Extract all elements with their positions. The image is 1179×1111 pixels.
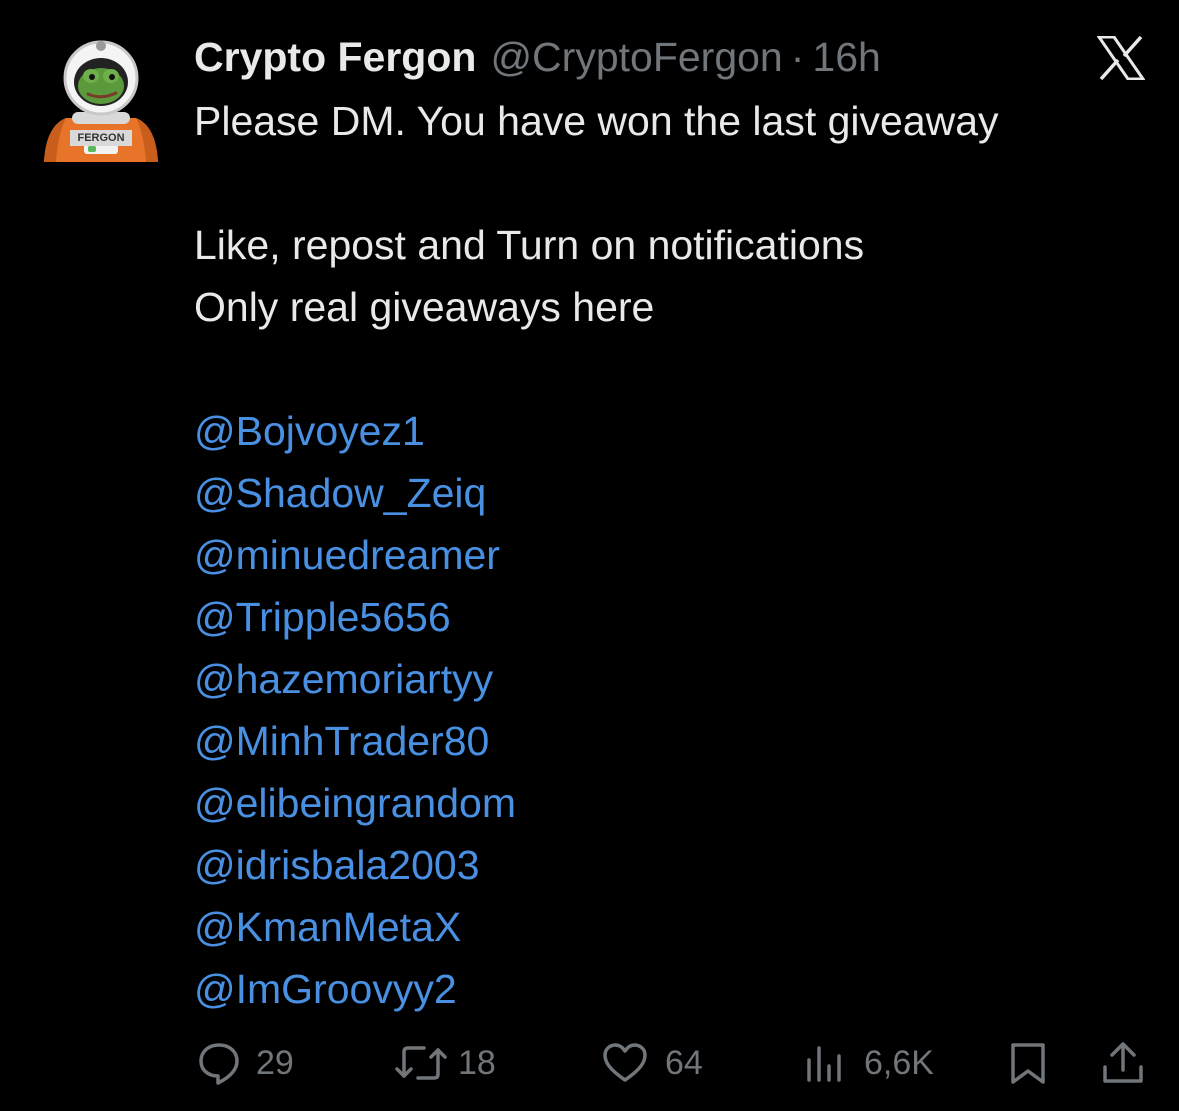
- tweet-line: Please DM. You have won the last giveawa…: [194, 98, 999, 144]
- views-chart-icon: [804, 1040, 848, 1086]
- views-button[interactable]: 6,6K: [804, 1030, 934, 1096]
- timestamp[interactable]: 16h: [812, 28, 880, 86]
- repost-count: 18: [458, 1043, 496, 1082]
- like-count: 64: [665, 1043, 703, 1082]
- mention-link[interactable]: @elibeingrandom: [194, 772, 1154, 834]
- like-button[interactable]: 64: [601, 1030, 703, 1096]
- mention-link[interactable]: @minuedreamer: [194, 524, 1154, 586]
- tweet-line: Like, repost and Turn on notifications: [194, 222, 865, 268]
- avatar[interactable]: FERGON: [36, 34, 166, 174]
- tweet-line: Only real giveaways here: [194, 284, 655, 330]
- reply-count: 29: [256, 1043, 294, 1082]
- tweet-header: Crypto Fergon @CryptoFergon · 16h: [194, 28, 881, 86]
- repost-button[interactable]: 18: [394, 1030, 496, 1096]
- mention-link[interactable]: @Tripple5656: [194, 586, 1154, 648]
- separator-dot: ·: [790, 34, 805, 80]
- tweet-text: Please DM. You have won the last giveawa…: [194, 90, 1154, 1020]
- heart-icon: [601, 1040, 649, 1086]
- bookmark-button[interactable]: [1008, 1030, 1048, 1096]
- share-button[interactable]: [1100, 1030, 1146, 1096]
- mention-link[interactable]: @hazemoriartyy: [194, 648, 1154, 710]
- repost-icon: [394, 1040, 448, 1086]
- reply-icon: [196, 1040, 242, 1086]
- x-logo-icon: [1096, 35, 1146, 81]
- bookmark-icon: [1008, 1040, 1048, 1086]
- mention-link[interactable]: @ImGroovyy2: [194, 958, 1154, 1020]
- tweet-actions: 29 18 64 6,6K: [0, 1030, 1179, 1096]
- mention-link[interactable]: @MinhTrader80: [194, 710, 1154, 772]
- display-name[interactable]: Crypto Fergon: [194, 28, 476, 86]
- views-count: 6,6K: [864, 1043, 934, 1082]
- share-icon: [1100, 1040, 1146, 1086]
- mention-link[interactable]: @KmanMetaX: [194, 896, 1154, 958]
- reply-button[interactable]: 29: [196, 1030, 294, 1096]
- mention-link[interactable]: @Shadow_Zeiq: [194, 462, 1154, 524]
- mention-link[interactable]: @idrisbala2003: [194, 834, 1154, 896]
- avatar-badge: FERGON: [70, 130, 132, 146]
- mention-link[interactable]: @Bojvoyez1: [194, 400, 1154, 462]
- user-handle[interactable]: @CryptoFergon: [490, 28, 782, 86]
